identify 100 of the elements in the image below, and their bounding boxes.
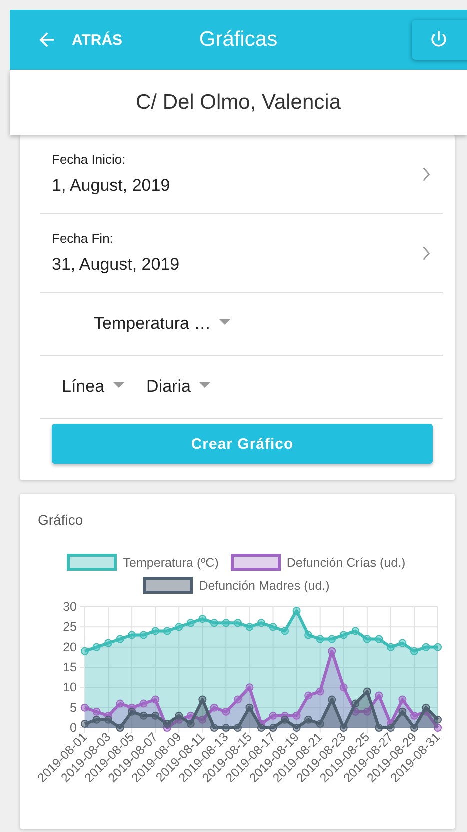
data-point bbox=[328, 696, 336, 704]
data-point bbox=[234, 696, 242, 704]
data-point bbox=[422, 643, 430, 652]
data-point bbox=[128, 708, 136, 716]
legend-label: Temperatura (ºC) bbox=[123, 556, 219, 570]
data-point bbox=[81, 720, 89, 728]
data-point bbox=[292, 607, 301, 616]
date-picker-row[interactable]: Fecha Fin: 31, August, 2019 bbox=[40, 214, 443, 293]
location-title: C/ Del Olmo, Valencia bbox=[136, 90, 342, 114]
date-picker-row[interactable]: Fecha Inicio: 1, August, 2019 bbox=[40, 135, 443, 214]
data-point bbox=[281, 627, 290, 636]
data-point bbox=[234, 619, 242, 628]
data-point bbox=[375, 635, 384, 644]
data-point bbox=[234, 724, 242, 732]
data-point bbox=[104, 639, 113, 648]
data-point bbox=[281, 716, 290, 724]
data-point bbox=[269, 712, 278, 720]
data-point bbox=[340, 684, 348, 692]
data-point bbox=[316, 635, 324, 644]
data-point bbox=[292, 712, 301, 720]
data-point bbox=[152, 627, 160, 636]
data-point bbox=[210, 724, 218, 732]
date-value: 1, August, 2019 bbox=[52, 176, 170, 196]
data-point bbox=[81, 647, 89, 656]
dropdown-caret-icon bbox=[198, 382, 211, 388]
data-point bbox=[363, 688, 372, 696]
data-point bbox=[92, 643, 101, 652]
data-point bbox=[398, 708, 407, 716]
variable-dropdown[interactable]: Temperatura … bbox=[94, 314, 232, 334]
axis-tick-label: 10 bbox=[63, 680, 77, 695]
data-point bbox=[92, 716, 101, 724]
data-point bbox=[186, 712, 195, 720]
axis-tick-label: 20 bbox=[63, 640, 77, 654]
data-point bbox=[140, 712, 148, 720]
data-point bbox=[316, 688, 324, 696]
legend-label: Defunción Crías (ud.) bbox=[286, 556, 406, 570]
data-point bbox=[222, 708, 230, 716]
data-point bbox=[316, 720, 324, 728]
data-point bbox=[422, 704, 430, 712]
data-point bbox=[304, 692, 313, 700]
dropdown-caret-icon bbox=[219, 319, 232, 325]
data-point bbox=[186, 720, 195, 728]
data-point bbox=[328, 647, 336, 656]
legend-label: Defunción Madres (ud.) bbox=[199, 578, 330, 592]
data-point bbox=[340, 631, 348, 640]
data-point bbox=[398, 639, 407, 648]
data-point bbox=[152, 696, 160, 704]
data-point bbox=[410, 724, 418, 732]
data-point bbox=[363, 635, 372, 644]
data-point bbox=[104, 712, 113, 720]
data-point bbox=[375, 692, 384, 700]
data-point bbox=[186, 619, 195, 628]
axis-tick-label: 5 bbox=[70, 700, 77, 715]
option-dropdown[interactable]: Diaria bbox=[146, 377, 211, 397]
data-point bbox=[269, 724, 278, 732]
data-point bbox=[128, 631, 136, 640]
data-point bbox=[386, 643, 395, 652]
data-point bbox=[163, 720, 172, 728]
data-point bbox=[210, 619, 218, 628]
data-point bbox=[340, 724, 348, 732]
data-point bbox=[269, 623, 278, 632]
data-point bbox=[163, 627, 172, 636]
data-point bbox=[116, 635, 124, 644]
field-label: Fecha Fin: bbox=[52, 231, 114, 246]
data-point bbox=[140, 631, 148, 640]
option-dropdown[interactable]: Línea bbox=[62, 377, 125, 397]
data-point bbox=[128, 704, 136, 712]
data-point bbox=[398, 696, 407, 704]
power-button[interactable] bbox=[412, 20, 467, 60]
data-point bbox=[116, 700, 124, 708]
data-point bbox=[410, 712, 418, 720]
data-point bbox=[292, 724, 301, 732]
data-point bbox=[81, 704, 89, 712]
data-point bbox=[175, 712, 184, 720]
data-point bbox=[175, 623, 184, 632]
data-point bbox=[410, 647, 418, 656]
date-value: 31, August, 2019 bbox=[52, 255, 180, 275]
data-point bbox=[434, 643, 442, 652]
data-point bbox=[375, 724, 384, 732]
card-title: Gráfico bbox=[37, 512, 84, 528]
data-point bbox=[104, 716, 113, 724]
data-point bbox=[258, 619, 266, 628]
data-point bbox=[116, 724, 124, 732]
axis-tick-label: 30 bbox=[63, 600, 77, 614]
data-point bbox=[198, 615, 207, 624]
data-point bbox=[281, 712, 290, 720]
data-point bbox=[386, 720, 395, 728]
data-point bbox=[246, 684, 254, 692]
data-point bbox=[304, 716, 313, 724]
data-point bbox=[210, 704, 218, 712]
axis-tick-label: 25 bbox=[63, 620, 77, 634]
data-point bbox=[328, 635, 336, 644]
screen-title: Gráficas bbox=[199, 28, 278, 52]
data-point bbox=[246, 704, 254, 712]
dropdown-caret-icon bbox=[112, 382, 125, 388]
chevron-right-icon bbox=[422, 166, 431, 182]
axis-tick-label: 0 bbox=[70, 721, 77, 735]
data-point bbox=[246, 623, 254, 632]
data-point bbox=[222, 724, 230, 732]
data-point bbox=[92, 708, 101, 716]
